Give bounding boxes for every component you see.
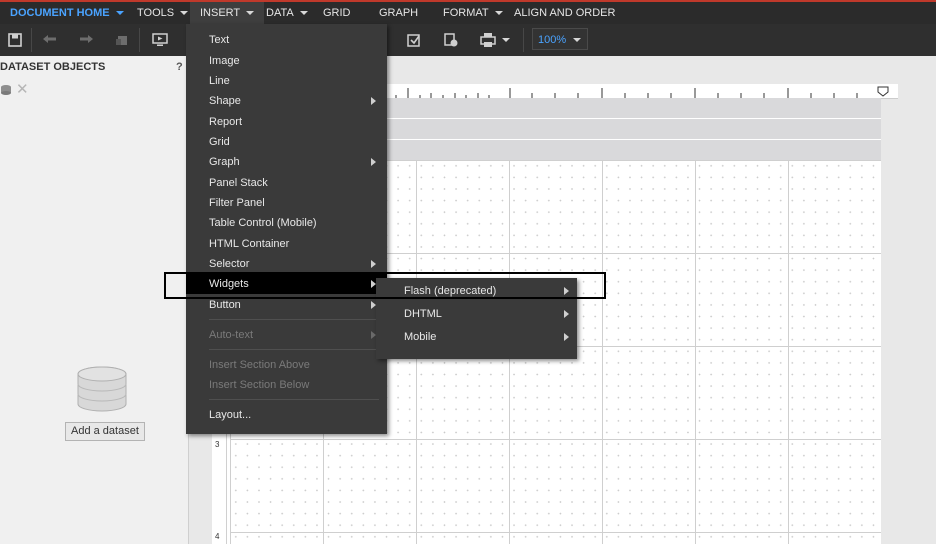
chevron-down-icon	[246, 11, 255, 16]
menu-insert-label: INSERT	[200, 7, 241, 19]
menu-item-label: Line	[209, 75, 230, 87]
undo-icon[interactable]	[38, 28, 62, 52]
chevron-down-icon	[573, 38, 581, 42]
toolbar	[0, 24, 936, 57]
menu-item-label: Layout...	[209, 409, 252, 421]
insert-report-item[interactable]: Report	[186, 112, 387, 132]
menu-format[interactable]: FORMAT	[443, 2, 503, 24]
chevron-right-icon	[564, 310, 569, 318]
insert-filter-panel-item[interactable]: Filter Panel	[186, 193, 387, 213]
insert-text-item[interactable]: Text	[186, 30, 387, 50]
menu-align-and-order-label: ALIGN AND ORDER	[514, 7, 616, 19]
insert-html-container-item[interactable]: HTML Container	[186, 234, 387, 254]
toolbar-separator	[523, 28, 524, 52]
chevron-down-icon	[180, 11, 189, 16]
insert-auto-text-item: Auto-text	[186, 325, 387, 345]
menu-item-label: Panel Stack	[209, 177, 268, 189]
menu-document-home-label: DOCUMENT HOME	[10, 7, 110, 19]
menu-align-and-order[interactable]: ALIGN AND ORDER	[514, 2, 615, 24]
menu-grid-label: GRID	[323, 7, 351, 19]
widget-mobile-item[interactable]: Mobile	[376, 326, 577, 348]
insert-image-item[interactable]: Image	[186, 51, 387, 71]
section-label: 3	[215, 440, 220, 449]
chevron-right-icon	[371, 260, 376, 268]
section-label: 4	[215, 532, 220, 541]
menu-item-label: Text	[209, 34, 230, 46]
chevron-right-icon	[564, 333, 569, 341]
menu-item-label: Insert Section Above	[209, 359, 310, 371]
toolbar-separator	[31, 28, 32, 52]
menu-bar: DOCUMENT HOME TOOLS INSERT DATA GRID GRA…	[0, 2, 936, 24]
menu-tools[interactable]: TOOLS	[137, 2, 189, 24]
menu-item-label: Report	[209, 116, 243, 128]
insert-section-above-item: Insert Section Above	[186, 355, 387, 375]
insert-graph-item[interactable]: Graph	[186, 152, 387, 172]
insert-panel-stack-item[interactable]: Panel Stack	[186, 173, 387, 193]
menu-graph[interactable]: GRAPH	[379, 2, 418, 24]
menu-item-label: Insert Section Below	[209, 379, 310, 391]
chevron-right-icon	[371, 158, 376, 166]
menu-item-label: Image	[209, 55, 240, 67]
insert-selector-item[interactable]: Selector	[186, 254, 387, 274]
presentation-icon[interactable]	[148, 28, 172, 52]
zoom-select[interactable]: 100%	[532, 28, 588, 50]
insert-menu: Text Image Line Shape Report Grid Graph …	[186, 24, 387, 434]
insert-line-item[interactable]: Line	[186, 71, 387, 91]
clear-icon[interactable]	[110, 28, 134, 52]
submenu-item-label: Mobile	[404, 331, 437, 343]
menu-item-label: HTML Container	[209, 238, 290, 250]
menu-item-label: Table Control (Mobile)	[209, 217, 317, 229]
menu-document-home[interactable]: DOCUMENT HOME	[10, 2, 124, 24]
insert-layout-item[interactable]: Layout...	[186, 405, 387, 425]
dataset-objects-panel: DATASET OBJECTS ? ✕ Add a dataset	[0, 56, 189, 544]
widget-dhtml-item[interactable]: DHTML	[376, 303, 577, 325]
menu-insert[interactable]: INSERT	[190, 2, 265, 24]
close-icon[interactable]: ✕	[16, 80, 29, 98]
dataset-edit-icon[interactable]	[402, 28, 426, 52]
menu-tools-label: TOOLS	[137, 7, 175, 19]
menu-item-label: Grid	[209, 136, 230, 148]
menu-item-label: Button	[209, 299, 241, 311]
chevron-down-icon	[502, 38, 510, 42]
add-dataset-button[interactable]: Add a dataset	[65, 422, 145, 441]
save-icon[interactable]	[3, 28, 27, 52]
redo-icon[interactable]	[74, 28, 98, 52]
menu-item-label: Filter Panel	[209, 197, 265, 209]
menu-separator	[209, 319, 379, 320]
insert-grid-item[interactable]: Grid	[186, 132, 387, 152]
menu-item-label: Shape	[209, 95, 241, 107]
panel-title: DATASET OBJECTS	[0, 61, 106, 73]
menu-grid[interactable]: GRID	[323, 2, 351, 24]
menu-data[interactable]: DATA	[266, 2, 308, 24]
menu-item-label: Auto-text	[209, 329, 254, 341]
menu-separator	[209, 349, 379, 350]
add-dataset-icon[interactable]	[0, 84, 14, 99]
menu-item-label: Selector	[209, 258, 250, 270]
insert-section-below-item: Insert Section Below	[186, 375, 387, 395]
menu-separator	[209, 399, 379, 400]
menu-format-label: FORMAT	[443, 7, 489, 19]
help-icon[interactable]: ?	[176, 61, 183, 73]
zoom-value: 100%	[538, 34, 567, 46]
insert-table-control-item[interactable]: Table Control (Mobile)	[186, 213, 387, 233]
menu-data-label: DATA	[266, 7, 294, 19]
database-icon	[76, 366, 128, 415]
dataset-settings-icon[interactable]	[439, 28, 463, 52]
chevron-down-icon	[115, 11, 124, 16]
menu-graph-label: GRAPH	[379, 7, 419, 19]
submenu-item-label: DHTML	[404, 308, 442, 320]
print-icon[interactable]	[475, 28, 515, 52]
toolbar-separator	[139, 28, 140, 52]
chevron-down-icon	[494, 11, 503, 16]
menu-item-label: Graph	[209, 156, 240, 168]
chevron-down-icon	[299, 11, 308, 16]
chevron-right-icon	[371, 97, 376, 105]
highlight-callout-box	[164, 272, 606, 299]
insert-shape-item[interactable]: Shape	[186, 91, 387, 111]
